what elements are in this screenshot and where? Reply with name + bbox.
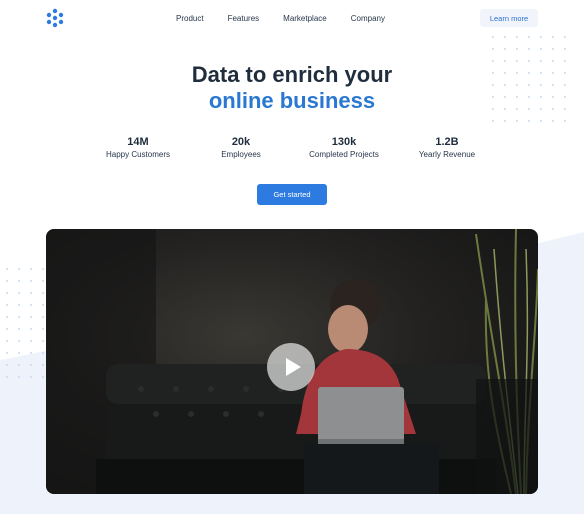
decor-dot — [18, 304, 20, 306]
nav-link-company[interactable]: Company — [351, 14, 385, 23]
decor-dot — [42, 316, 44, 318]
decor-dot — [18, 376, 20, 378]
decor-dot — [492, 48, 494, 50]
decor-dot — [18, 268, 20, 270]
hero-title-line2: online business — [208, 88, 376, 113]
stat-happy-customers: 14M Happy Customers — [83, 136, 193, 161]
decor-dot — [30, 292, 32, 294]
get-started-button[interactable]: Get started — [257, 184, 327, 205]
nav-links: Product Features Marketplace Company — [176, 14, 409, 23]
decor-dot — [528, 48, 530, 50]
decor-dot — [6, 376, 8, 378]
stat-label: Employees — [221, 150, 261, 159]
stat-value: 20k — [231, 136, 251, 148]
stats-row: 14M Happy Customers 20k Employees 130k C… — [0, 136, 584, 166]
decor-dot — [552, 120, 554, 122]
decor-dot — [30, 376, 32, 378]
decor-dot — [540, 48, 542, 50]
decor-dot — [516, 120, 518, 122]
decor-dot — [42, 280, 44, 282]
decor-dot — [42, 376, 44, 378]
decor-dot — [42, 340, 44, 342]
decor-dot — [504, 48, 506, 50]
top-nav: Product Features Marketplace Company Lea… — [0, 0, 584, 38]
decor-dot — [42, 268, 44, 270]
decor-dot — [6, 340, 8, 342]
decor-dot — [6, 364, 8, 366]
decor-dot — [30, 316, 32, 318]
decor-dot — [30, 304, 32, 306]
decor-dot — [552, 48, 554, 50]
decor-dot — [42, 352, 44, 354]
decor-dot — [18, 328, 20, 330]
decor-dot — [30, 340, 32, 342]
decor-dot — [18, 292, 20, 294]
hero-title-line1: Data to enrich your — [191, 62, 393, 87]
decor-dot — [6, 316, 8, 318]
decor-dot — [30, 364, 32, 366]
nav-link-features[interactable]: Features — [228, 14, 260, 23]
decor-dot — [42, 304, 44, 306]
stat-completed-projects: 130k Completed Projects — [289, 136, 399, 161]
logo-icon[interactable] — [45, 8, 65, 28]
decor-dot — [18, 280, 20, 282]
decor-dot — [516, 48, 518, 50]
decor-dot — [18, 352, 20, 354]
stat-value: 130k — [331, 136, 357, 148]
learn-more-button[interactable]: Learn more — [480, 9, 538, 27]
decor-dot — [30, 352, 32, 354]
decor-dot — [6, 292, 8, 294]
decor-dot — [564, 120, 566, 122]
decor-dot — [6, 280, 8, 282]
play-icon — [285, 358, 301, 376]
stat-label: Completed Projects — [309, 150, 379, 159]
decor-dot — [42, 292, 44, 294]
stat-value: 14M — [127, 136, 149, 148]
decor-dot — [18, 340, 20, 342]
decor-dot — [6, 328, 8, 330]
decor-dot — [42, 364, 44, 366]
decor-dot — [30, 280, 32, 282]
decor-dot — [504, 120, 506, 122]
decor-dot — [6, 304, 8, 306]
stat-employees: 20k Employees — [186, 136, 296, 161]
decor-dot — [6, 268, 8, 270]
decor-dot — [540, 120, 542, 122]
decor-dot — [30, 328, 32, 330]
decor-dot — [18, 364, 20, 366]
nav-link-marketplace[interactable]: Marketplace — [283, 14, 327, 23]
stat-label: Happy Customers — [105, 150, 171, 159]
decor-dot — [564, 48, 566, 50]
video-player[interactable] — [46, 229, 538, 494]
decor-dot — [6, 352, 8, 354]
decor-dot — [30, 268, 32, 270]
decor-dot — [18, 316, 20, 318]
stat-label: Yearly Revenue — [418, 150, 476, 159]
nav-link-product[interactable]: Product — [176, 14, 204, 23]
decor-dot — [492, 120, 494, 122]
decor-dot — [42, 328, 44, 330]
stat-yearly-revenue: 1.2B Yearly Revenue — [392, 136, 502, 161]
play-button[interactable] — [267, 343, 315, 391]
decor-dot — [528, 120, 530, 122]
stat-value: 1.2B — [435, 136, 459, 148]
